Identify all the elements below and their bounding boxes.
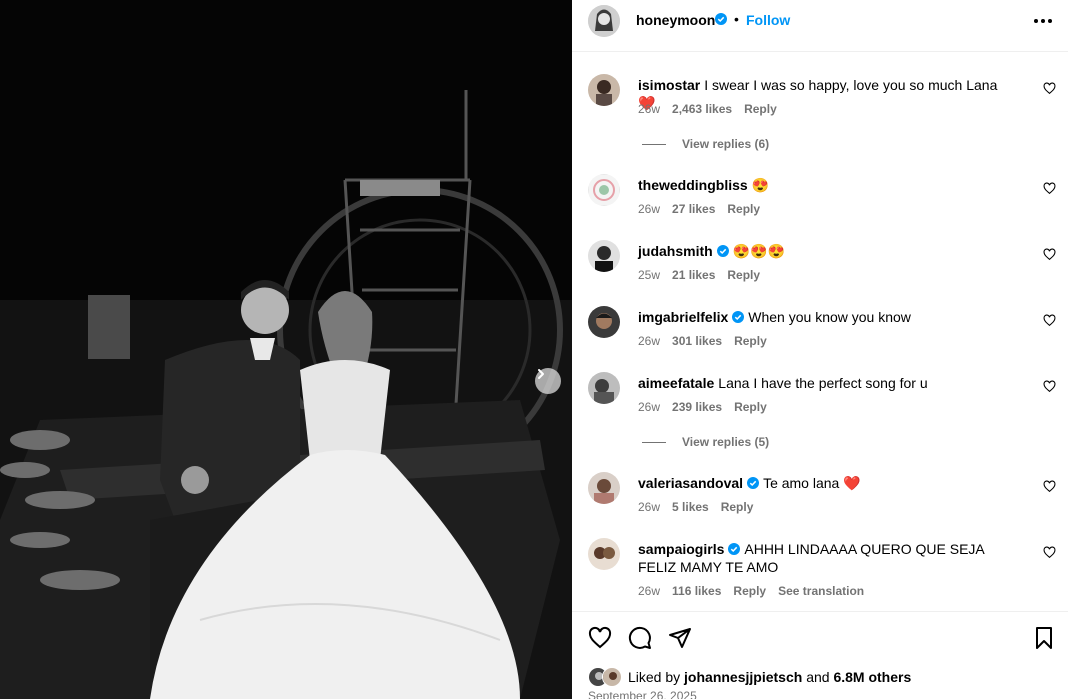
comment-text: 😍 [751, 177, 770, 193]
verified-icon [747, 477, 760, 489]
comment-text: Te amo lana ❤️ [763, 475, 861, 491]
liker-username[interactable]: johannesjjpietsch [684, 669, 802, 685]
comment-likes[interactable]: 21 likes [672, 268, 715, 282]
commenter-avatar[interactable] [588, 74, 620, 106]
comment-likes[interactable]: 301 likes [672, 334, 722, 348]
chevron-right-icon [538, 369, 544, 379]
view-replies-button[interactable]: View replies (5) [642, 435, 769, 449]
comment-text: 😍😍😍 [732, 243, 785, 259]
heart-icon[interactable] [1043, 380, 1056, 393]
liked-by-prefix: Liked by [628, 669, 681, 685]
comment-age: 26w [638, 500, 661, 514]
liked-by-and: and [806, 669, 830, 685]
reply-button[interactable]: Reply [727, 202, 760, 216]
comment-age: 26w [638, 334, 661, 348]
verified-icon [716, 245, 729, 257]
view-replies-label: View replies (5) [682, 435, 770, 449]
commenter-username[interactable]: judahsmith [638, 243, 713, 259]
comment-meta: 26w 301 likes Reply [638, 334, 779, 348]
comment-likes[interactable]: 5 likes [672, 500, 709, 514]
more-options-icon[interactable] [1032, 12, 1054, 30]
commenter-username[interactable]: valeriasandoval [638, 475, 743, 491]
heart-icon[interactable] [1043, 480, 1056, 493]
comment-meta: 26w 5 likes Reply [638, 500, 765, 514]
reply-button[interactable]: Reply [733, 584, 766, 598]
comment-icon[interactable] [628, 626, 652, 650]
see-translation-button[interactable]: See translation [778, 584, 864, 598]
next-photo-button[interactable] [535, 368, 561, 394]
comment-age: 26w [638, 202, 661, 216]
comment-text: When you know you know [748, 309, 911, 325]
comment-age: 26w [638, 584, 661, 598]
comment-meta: 25w 21 likes Reply [638, 268, 772, 282]
commenter-avatar[interactable] [588, 174, 620, 206]
comment-meta: 26w 239 likes Reply [638, 400, 779, 414]
comment-age: 26w [638, 102, 661, 116]
comment-age: 26w [638, 400, 661, 414]
heart-icon[interactable] [1043, 82, 1056, 95]
author-username[interactable]: honeymoon [636, 12, 715, 28]
heart-icon[interactable] [588, 626, 612, 650]
comment-likes[interactable]: 239 likes [672, 400, 722, 414]
commenter-username[interactable]: imgabrielfelix [638, 309, 728, 325]
post-panel: honeymoon • Follow isimostar I swear I wa… [572, 0, 1068, 699]
comment-likes[interactable]: 27 likes [672, 202, 715, 216]
view-replies-button[interactable]: View replies (6) [642, 137, 769, 151]
liker-avatar [602, 667, 622, 687]
post-photo [0, 0, 572, 699]
author-avatar[interactable] [588, 5, 620, 37]
post-actions: Liked by johannesjjpietsch and 6.8M othe… [572, 611, 1068, 699]
reply-button[interactable]: Reply [727, 268, 760, 282]
likes-count[interactable]: 6.8M others [833, 669, 911, 685]
commenter-username[interactable]: aimeefatale [638, 375, 714, 391]
post-date[interactable]: September 26, 2025 [588, 689, 697, 699]
post-header: honeymoon • Follow [572, 0, 1068, 52]
separator-dot: • [734, 11, 739, 27]
comment-likes[interactable]: 116 likes [672, 584, 721, 598]
bookmark-icon[interactable] [1032, 626, 1056, 650]
reply-button[interactable]: Reply [734, 400, 767, 414]
commenter-avatar[interactable] [588, 472, 620, 504]
comment-age: 25w [638, 268, 661, 282]
heart-icon[interactable] [1043, 546, 1056, 559]
reply-button[interactable]: Reply [734, 334, 767, 348]
reply-button[interactable]: Reply [744, 102, 777, 116]
verified-icon [715, 13, 727, 25]
comments-list: isimostar I swear I was so happy, love yo… [572, 52, 1068, 612]
verified-icon [728, 543, 741, 555]
view-replies-label: View replies (6) [682, 137, 770, 151]
heart-icon[interactable] [1043, 314, 1056, 327]
commenter-avatar[interactable] [588, 306, 620, 338]
commenter-username[interactable]: theweddingbliss [638, 177, 748, 193]
comment-meta: 26w 116 likes Reply See translation [638, 584, 876, 598]
post-dialog: honeymoon • Follow isimostar I swear I wa… [0, 0, 1068, 699]
comment-text: Lana I have the perfect song for u [718, 375, 928, 391]
commenter-avatar[interactable] [588, 240, 620, 272]
heart-icon[interactable] [1043, 248, 1056, 261]
wedding-photo-illustration [0, 0, 572, 699]
commenter-avatar[interactable] [588, 538, 620, 570]
commenter-username[interactable]: isimostar [638, 77, 700, 93]
share-icon[interactable] [668, 626, 692, 650]
heart-icon[interactable] [1043, 182, 1056, 195]
reply-button[interactable]: Reply [721, 500, 754, 514]
comment-meta: 26w 2,463 likes Reply [638, 102, 789, 116]
follow-button[interactable]: Follow [746, 12, 790, 28]
comment-likes[interactable]: 2,463 likes [672, 102, 732, 116]
commenter-username[interactable]: sampaiogirls [638, 541, 724, 557]
comment-meta: 26w 27 likes Reply [638, 202, 772, 216]
verified-icon [732, 311, 745, 323]
commenter-avatar[interactable] [588, 372, 620, 404]
